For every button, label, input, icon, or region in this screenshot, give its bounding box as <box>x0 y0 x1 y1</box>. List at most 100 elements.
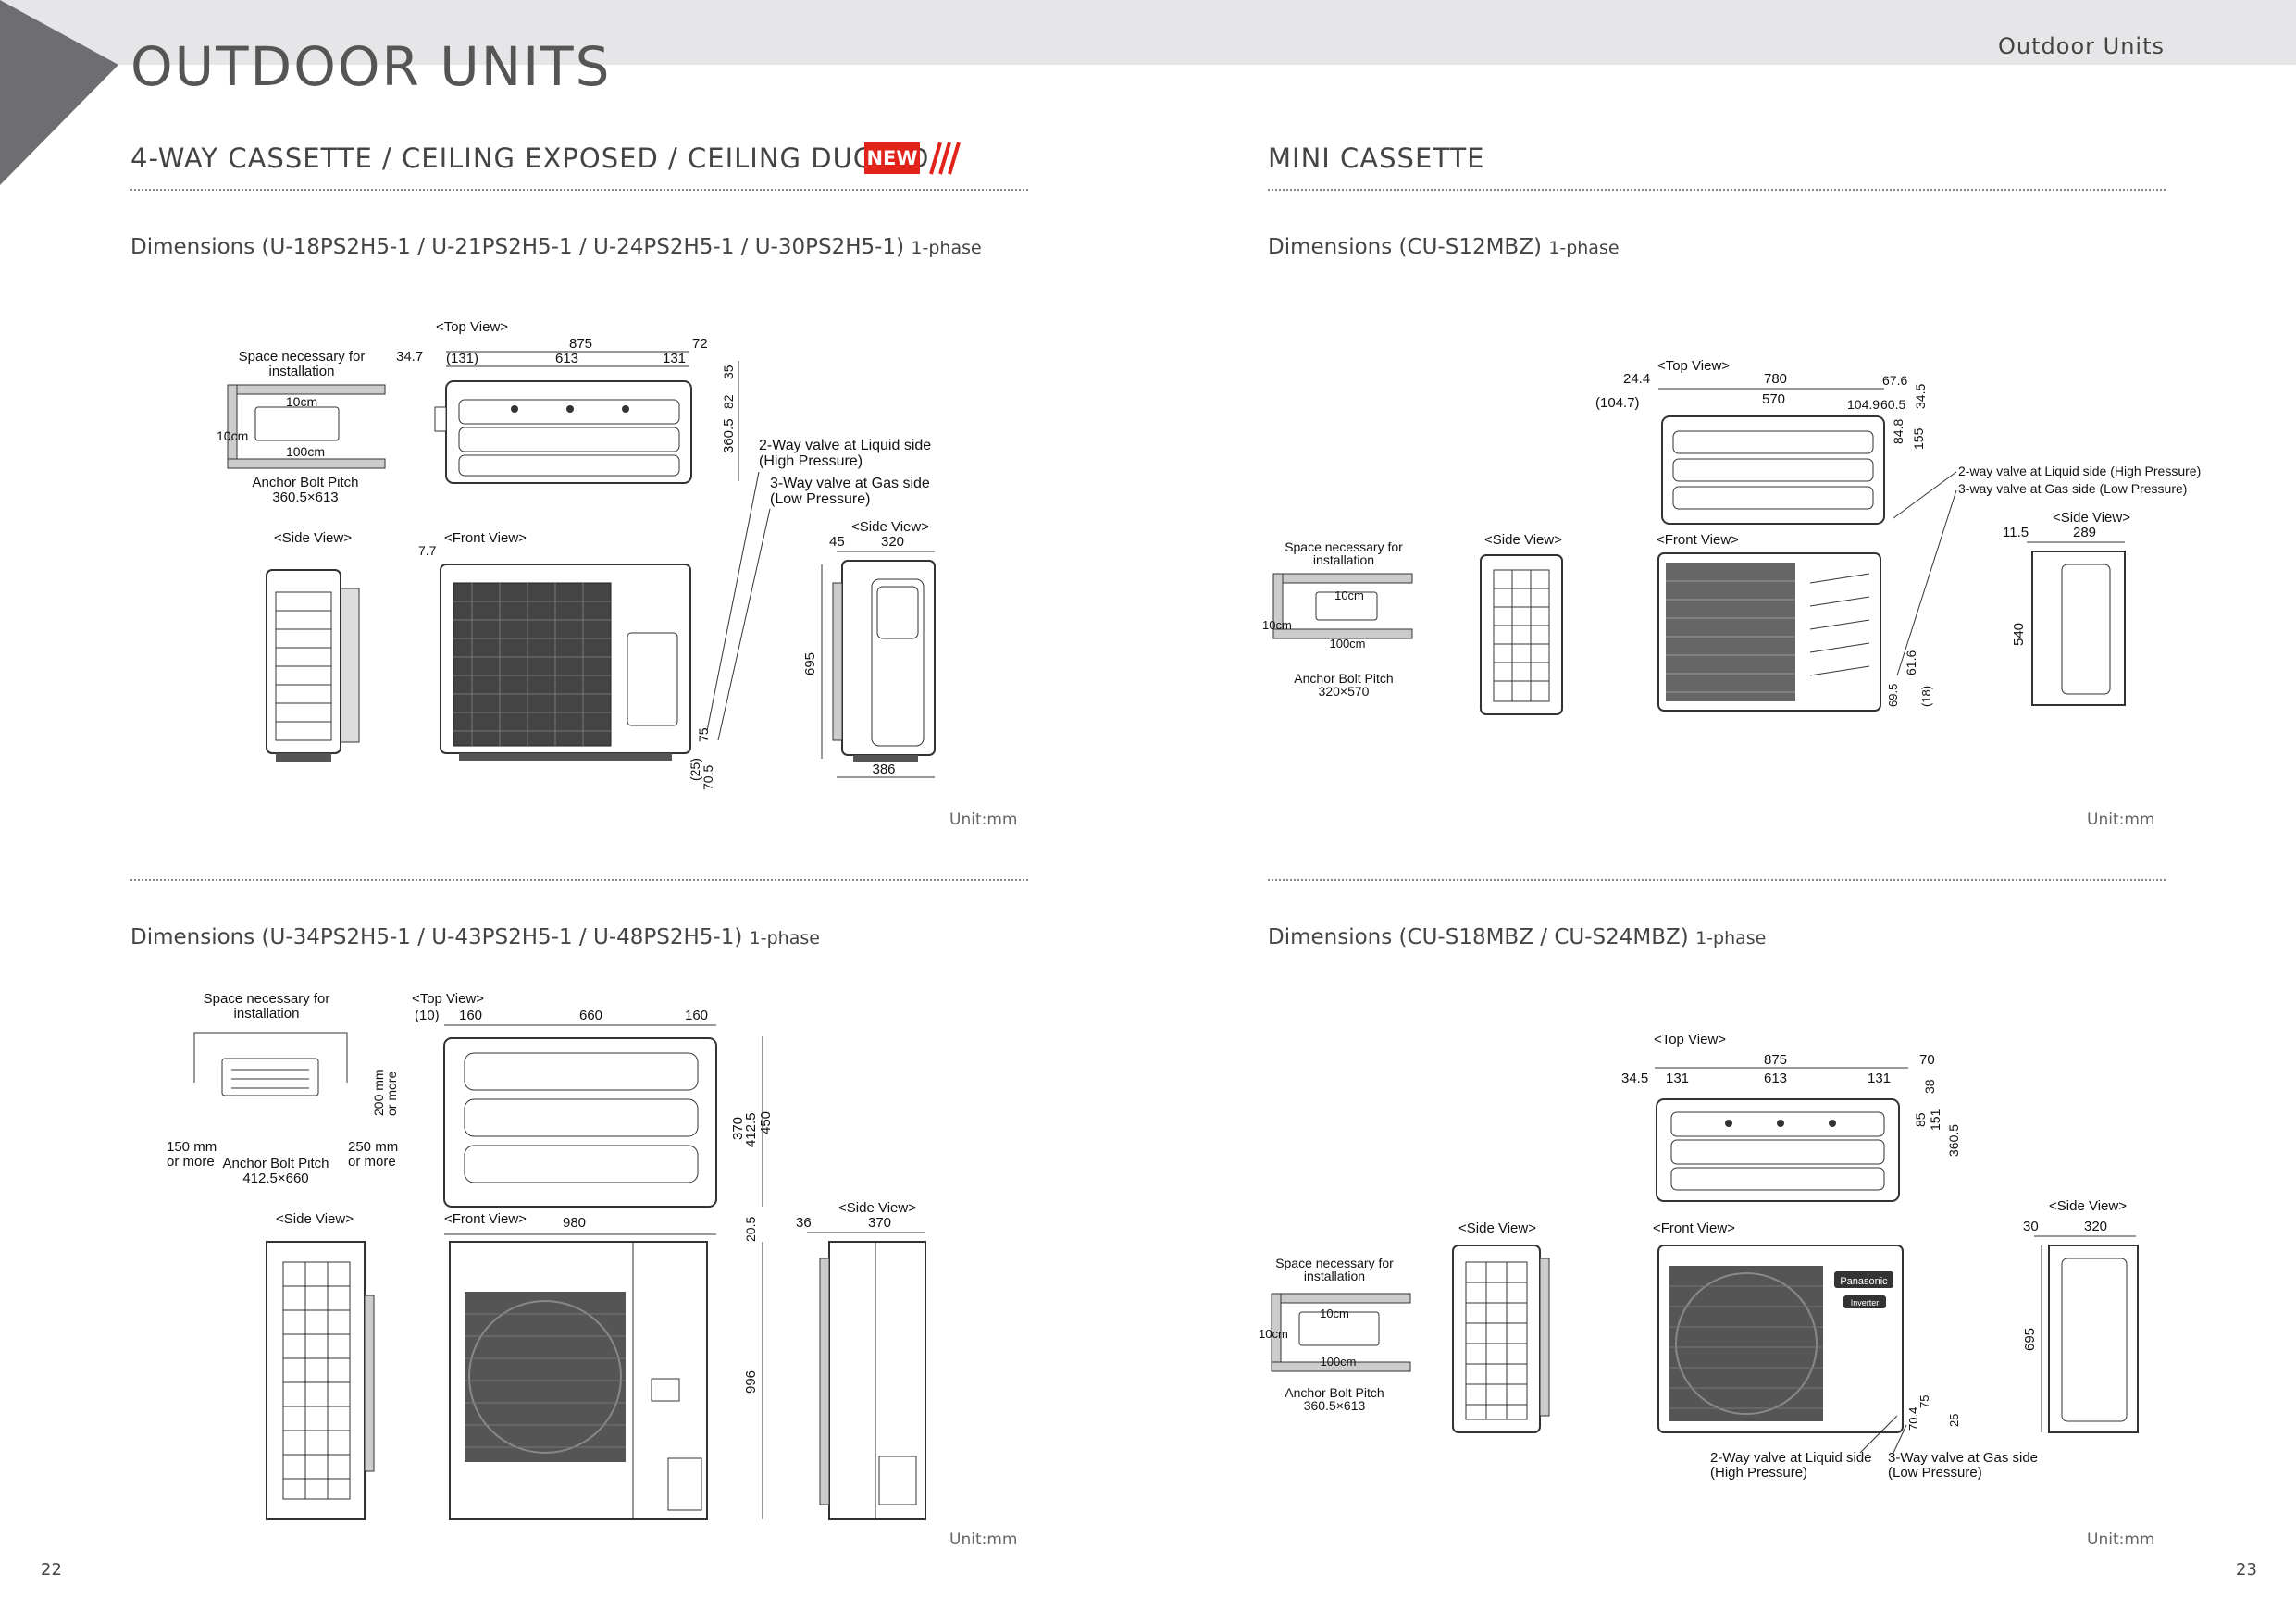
dimension-label: 370 <box>868 1215 891 1231</box>
annotation: 2-way valve at Liquid side (High Pressur… <box>1958 464 2201 478</box>
dimension-label: 34.7 <box>396 349 423 365</box>
label: 412.5×660 <box>242 1171 308 1186</box>
dimension-label: 20.5 <box>743 1217 758 1242</box>
page-number-left: 22 <box>41 1560 62 1580</box>
label: Space necessary for <box>204 991 330 1007</box>
label: 360.5×613 <box>272 489 338 505</box>
annotation: 3-way valve at Gas side (Low Pressure) <box>1958 481 2187 496</box>
view-label: <Side View> <box>276 1211 354 1227</box>
dimension-label: 35 <box>721 365 736 379</box>
unit-label: Unit:mm <box>2087 811 2155 829</box>
page-title: OUTDOOR UNITS <box>130 35 612 98</box>
dimension-label: 150 mm <box>167 1139 217 1155</box>
dimension-label: 160 <box>685 1008 708 1023</box>
dimension-label: 450 <box>758 1111 774 1134</box>
label: installation <box>1304 1269 1365 1283</box>
unit-label: Unit:mm <box>2087 1530 2155 1549</box>
dimension-label: 61.6 <box>1904 650 1918 675</box>
annotation: 2-Way valve at Liquid side <box>759 438 931 453</box>
phase-label: 1-phase <box>1695 928 1767 948</box>
dimension-label: 84.8 <box>1891 419 1905 444</box>
dimension-label: 70 <box>1919 1052 1935 1068</box>
dimension-label: 60.5 <box>1880 397 1905 412</box>
view-label: <Front View> <box>1653 1220 1735 1236</box>
dimension-label: 72 <box>692 336 708 352</box>
dimension-label: 69.5 <box>1886 684 1900 707</box>
dimension-title-text: Dimensions (CU-S12MBZ) <box>1268 235 1542 259</box>
dimension-label: 160 <box>459 1008 482 1023</box>
dimension-label: 85 <box>1913 1112 1928 1127</box>
label: Space necessary for <box>239 349 366 365</box>
label: 100cm <box>1329 637 1365 650</box>
label: installation <box>234 1006 300 1022</box>
dimension-label: (104.7) <box>1595 395 1640 411</box>
divider <box>1268 879 2166 881</box>
label: Anchor Bolt Pitch <box>252 475 358 490</box>
brand-logo: Panasonic <box>1840 1276 1888 1287</box>
view-label: <Side View> <box>2053 510 2130 526</box>
unit-label: Unit:mm <box>949 811 1018 829</box>
dimension-title-right-1: Dimensions (CU-S12MBZ) 1-phase <box>1268 235 1620 259</box>
dimension-label: 104.9 <box>1847 397 1880 412</box>
dimension-label: 570 <box>1762 391 1785 407</box>
view-label: <Side View> <box>2049 1198 2127 1214</box>
view-label: <Top View> <box>412 991 484 1007</box>
view-label: <Front View> <box>444 530 527 546</box>
dimension-label: 38 <box>1922 1079 1937 1094</box>
dimension-label: or more <box>384 1072 399 1116</box>
dimension-label: 250 mm <box>348 1139 398 1155</box>
dimension-label: or more <box>348 1154 396 1170</box>
dimension-label: 151 <box>1928 1109 1942 1131</box>
dimension-label: 412.5 <box>743 1112 759 1147</box>
unit-label: Unit:mm <box>949 1530 1018 1549</box>
dimension-label: 155 <box>1911 427 1926 450</box>
dimension-label: 75 <box>1917 1395 1931 1408</box>
slash-decoration-icon <box>929 142 961 175</box>
phase-label: 1-phase <box>749 928 820 948</box>
view-label: <Side View> <box>274 530 352 546</box>
drawing-4way-cassette-small: Space necessary for installation 10cm 10… <box>217 319 936 790</box>
page-number-right: 23 <box>2236 1560 2257 1580</box>
dimension-label: 11.5 <box>2003 525 2029 540</box>
dimension-label: 24.4 <box>1623 371 1650 387</box>
view-label: <Side View> <box>838 1200 916 1216</box>
dimension-label: 613 <box>555 351 578 366</box>
dimension-label: 320 <box>881 534 904 550</box>
dimension-label: 540 <box>2011 623 2027 646</box>
dimension-label: 131 <box>1666 1071 1689 1086</box>
annotation: (Low Pressure) <box>1888 1465 1982 1481</box>
dimension-label: (10) <box>415 1008 440 1023</box>
dimension-label: 70.5 <box>701 765 715 790</box>
dimension-label: 30 <box>2023 1219 2039 1234</box>
dimension-label: 34.5 <box>1621 1071 1648 1086</box>
dimension-label: 7.7 <box>418 543 437 558</box>
dimension-title-left-2: Dimensions (U-34PS2H5-1 / U-43PS2H5-1 / … <box>130 925 820 949</box>
divider <box>130 189 1028 191</box>
label: 10cm <box>217 428 248 443</box>
annotation: (High Pressure) <box>759 453 863 469</box>
dimension-title-text: Dimensions (CU-S18MBZ / CU-S24MBZ) <box>1268 925 1689 949</box>
brand-logo: Inverter <box>1851 1298 1880 1307</box>
label: installation <box>269 364 335 379</box>
section-tag: Outdoor Units <box>1998 33 2165 59</box>
view-label: <Front View> <box>444 1211 527 1227</box>
dimension-label: 131 <box>1868 1071 1891 1086</box>
dimension-label: 36 <box>796 1215 812 1231</box>
label: installation <box>1313 552 1374 567</box>
dimension-label: 289 <box>2073 525 2096 540</box>
phase-label: 1-phase <box>911 238 982 258</box>
phase-label: 1-phase <box>1548 238 1620 258</box>
annotation: (Low Pressure) <box>770 491 870 507</box>
dimension-label: or more <box>167 1154 215 1170</box>
dimension-label: 875 <box>569 336 592 352</box>
divider <box>130 879 1028 881</box>
label: 100cm <box>1320 1355 1356 1369</box>
view-label: <Top View> <box>1654 1032 1726 1047</box>
label: 10cm <box>286 394 317 409</box>
corner-triangle <box>0 0 118 185</box>
dimension-label: 131 <box>663 351 686 366</box>
dimension-label: 695 <box>802 652 818 675</box>
dimension-label: (25) <box>688 758 702 781</box>
dimension-label: (18) <box>1919 686 1933 707</box>
annotation: (High Pressure) <box>1710 1465 1807 1481</box>
